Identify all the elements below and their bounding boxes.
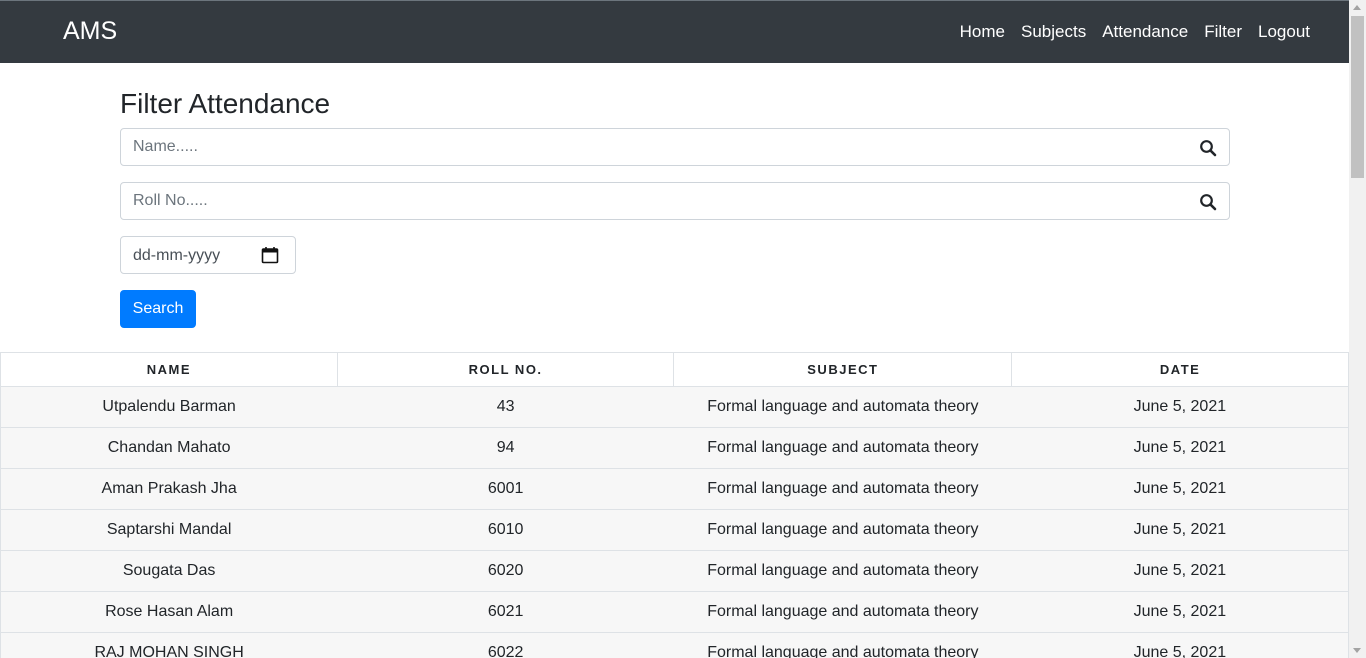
attendance-table: Name Roll No. Subject Date Utpalendu Bar… — [0, 352, 1349, 658]
cell-subject: Formal language and automata theory — [673, 509, 1012, 551]
date-input[interactable]: dd-mm-yyyy — [120, 236, 296, 274]
table-row: Saptarshi Mandal 6010 Formal language an… — [0, 509, 1349, 551]
table-row: Sougata Das 6020 Formal language and aut… — [0, 550, 1349, 592]
header-date: Date — [1011, 352, 1349, 387]
scroll-down-arrow-icon[interactable] — [1353, 648, 1361, 653]
cell-roll: 6020 — [337, 550, 674, 592]
cell-roll: 6010 — [337, 509, 674, 551]
cell-subject: Formal language and automata theory — [673, 427, 1012, 469]
cell-roll: 6021 — [337, 591, 674, 633]
cell-date: June 5, 2021 — [1011, 468, 1349, 510]
header-name: Name — [0, 352, 338, 387]
cell-subject: Formal language and automata theory — [673, 386, 1012, 428]
nav-logout[interactable]: Logout — [1258, 21, 1310, 43]
calendar-icon[interactable] — [261, 246, 279, 264]
nav-home[interactable]: Home — [960, 21, 1005, 43]
cell-name: Saptarshi Mandal — [0, 509, 338, 551]
cell-name: RAJ MOHAN SINGH — [0, 632, 338, 658]
name-search-input[interactable] — [133, 129, 1183, 165]
page-title: Filter Attendance — [120, 88, 331, 119]
cell-date: June 5, 2021 — [1011, 509, 1349, 551]
nav-filter[interactable]: Filter — [1204, 21, 1242, 43]
table-header-row: Name Roll No. Subject Date — [0, 352, 1349, 387]
roll-search-input[interactable] — [133, 183, 1183, 219]
date-placeholder: dd-mm-yyyy — [133, 247, 221, 264]
scroll-thumb[interactable] — [1351, 16, 1364, 178]
brand-logo[interactable]: AMS — [63, 16, 117, 46]
header-roll: Roll No. — [336, 352, 675, 387]
page: AMS Home Subjects Attendance Filter Logo… — [0, 0, 1349, 658]
cell-date: June 5, 2021 — [1011, 550, 1349, 592]
header-subject: Subject — [673, 352, 1013, 387]
cell-name: Chandan Mahato — [0, 427, 338, 469]
cell-date: June 5, 2021 — [1011, 386, 1349, 428]
table-row: Rose Hasan Alam 6021 Formal language and… — [0, 591, 1349, 633]
table-row: Aman Prakash Jha 6001 Formal language an… — [0, 468, 1349, 510]
search-icon[interactable] — [1199, 139, 1217, 157]
cell-roll: 43 — [337, 386, 674, 428]
table-row: RAJ MOHAN SINGH 6022 Formal language and… — [0, 632, 1349, 658]
scroll-up-arrow-icon[interactable] — [1353, 5, 1361, 10]
vertical-scrollbar[interactable] — [1349, 0, 1366, 658]
nav-attendance[interactable]: Attendance — [1102, 21, 1188, 43]
nav-subjects[interactable]: Subjects — [1021, 21, 1086, 43]
cell-date: June 5, 2021 — [1011, 427, 1349, 469]
cell-subject: Formal language and automata theory — [673, 550, 1012, 592]
nav-links: Home Subjects Attendance Filter Logout — [944, 21, 1310, 43]
cell-subject: Formal language and automata theory — [673, 632, 1012, 658]
cell-date: June 5, 2021 — [1011, 591, 1349, 633]
cell-subject: Formal language and automata theory — [673, 468, 1012, 510]
cell-subject: Formal language and automata theory — [673, 591, 1012, 633]
name-search-box — [120, 128, 1230, 166]
cell-roll: 6022 — [337, 632, 674, 658]
cell-name: Rose Hasan Alam — [0, 591, 338, 633]
cell-roll: 94 — [337, 427, 674, 469]
table-row: Chandan Mahato 94 Formal language and au… — [0, 427, 1349, 469]
cell-date: June 5, 2021 — [1011, 632, 1349, 658]
search-button[interactable]: Search — [120, 290, 196, 328]
cell-name: Sougata Das — [0, 550, 338, 592]
cell-roll: 6001 — [337, 468, 674, 510]
roll-search-box — [120, 182, 1230, 220]
cell-name: Utpalendu Barman — [0, 386, 338, 428]
table-row: Utpalendu Barman 43 Formal language and … — [0, 386, 1349, 428]
cell-name: Aman Prakash Jha — [0, 468, 338, 510]
search-icon[interactable] — [1199, 193, 1217, 211]
navbar: AMS Home Subjects Attendance Filter Logo… — [0, 0, 1349, 63]
